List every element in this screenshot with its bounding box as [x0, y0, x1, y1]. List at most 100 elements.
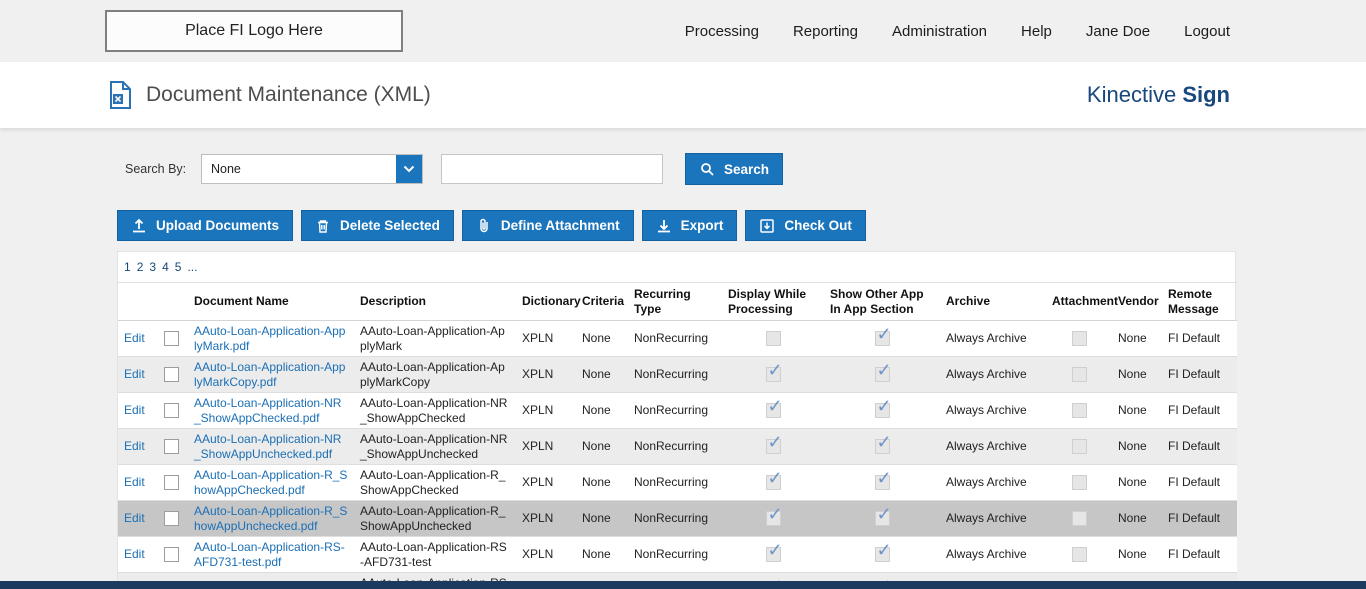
attachment-checkbox[interactable] — [1071, 475, 1087, 491]
document-name-cell: AAuto-Loan-Application-ApplyMark.pdf — [188, 320, 354, 357]
row-select-checkbox[interactable] — [164, 367, 179, 383]
display-while-processing-checkbox[interactable] — [765, 503, 783, 527]
attachment-cell — [1046, 464, 1112, 501]
nav-help[interactable]: Help — [1021, 23, 1052, 40]
show-other-app-checkbox[interactable] — [874, 431, 892, 455]
topbar: Place FI Logo Here Processing Reporting … — [0, 0, 1366, 62]
upload-documents-button[interactable]: Upload Documents — [117, 210, 294, 241]
row-select-checkbox[interactable] — [164, 439, 179, 455]
recurring-type-cell: NonRecurring — [628, 428, 722, 465]
row-select-checkbox[interactable] — [164, 547, 179, 563]
search-button[interactable]: Search — [685, 153, 784, 185]
document-name-link[interactable]: AAuto-Loan-Application-ApplyMarkCopy.pdf — [194, 360, 345, 389]
edit-link[interactable]: Edit — [124, 475, 145, 489]
show-other-app-cell — [824, 464, 940, 501]
col-criteria: Criteria — [576, 282, 628, 321]
show-other-app-checkbox[interactable] — [874, 467, 892, 491]
chevron-down-icon[interactable] — [396, 155, 422, 183]
description-cell: AAuto-Loan-Application-R_ShowAppChecked — [354, 464, 516, 501]
define-attachment-button[interactable]: Define Attachment — [461, 210, 634, 241]
edit-cell: Edit — [118, 320, 158, 357]
row-select-checkbox[interactable] — [164, 511, 179, 527]
document-xml-icon — [108, 81, 132, 109]
button-label: Export — [680, 218, 724, 233]
row-select-checkbox[interactable] — [164, 331, 179, 347]
show-other-app-checkbox[interactable] — [874, 503, 892, 527]
show-other-app-cell — [824, 392, 940, 429]
page-link[interactable]: 4 — [162, 260, 169, 274]
display-while-processing-checkbox[interactable] — [765, 467, 783, 491]
show-other-app-checkbox[interactable] — [874, 539, 892, 563]
toolbar: Upload Documents Delete Selected Define … — [117, 210, 1236, 241]
col-description: Description — [354, 282, 516, 321]
search-by-label: Search By: — [125, 162, 187, 176]
document-name-link[interactable]: AAuto-Loan-Application-R_ShowAppUnchecke… — [194, 504, 347, 533]
attachment-cell — [1046, 536, 1112, 573]
search-input[interactable] — [441, 154, 663, 184]
display-while-processing-checkbox[interactable] — [765, 431, 783, 455]
page-link[interactable]: 5 — [175, 260, 182, 274]
display-while-processing-checkbox[interactable] — [765, 539, 783, 563]
vendor-cell: None — [1112, 392, 1162, 429]
export-button[interactable]: Export — [641, 210, 738, 241]
display-while-processing-cell — [722, 536, 824, 573]
recurring-type-cell: NonRecurring — [628, 464, 722, 501]
edit-link[interactable]: Edit — [124, 367, 145, 381]
row-select-checkbox[interactable] — [164, 403, 179, 419]
pagination: 1 2 3 4 5... — [118, 252, 1235, 282]
recurring-type-cell: NonRecurring — [628, 392, 722, 429]
search-icon — [699, 161, 715, 177]
edit-link[interactable]: Edit — [124, 439, 145, 453]
nav-reporting[interactable]: Reporting — [793, 23, 858, 40]
attachment-checkbox[interactable] — [1071, 331, 1087, 347]
nav-user[interactable]: Jane Doe — [1086, 23, 1150, 40]
row-select-checkbox[interactable] — [164, 475, 179, 491]
vendor-cell: None — [1112, 500, 1162, 537]
documents-table: Document Name Description Dictionary Cri… — [118, 282, 1237, 589]
content-area: Search By: None Search Upload Documents … — [0, 128, 1366, 589]
document-name-cell: AAuto-Loan-Application-NR_ShowAppUncheck… — [188, 428, 354, 465]
display-while-processing-cell — [722, 356, 824, 393]
remote-message-cell: FI Default — [1162, 500, 1237, 537]
show-other-app-checkbox[interactable] — [874, 359, 892, 383]
recurring-type-cell: NonRecurring — [628, 536, 722, 573]
page-link[interactable]: 2 — [137, 260, 144, 274]
nav-logout[interactable]: Logout — [1184, 23, 1230, 40]
col-dictionary: Dictionary — [516, 282, 581, 321]
edit-link[interactable]: Edit — [124, 547, 145, 561]
show-other-app-checkbox[interactable] — [874, 323, 892, 347]
remote-message-cell: FI Default — [1162, 356, 1237, 393]
show-other-app-checkbox[interactable] — [874, 395, 892, 419]
check-out-button[interactable]: Check Out — [745, 210, 866, 241]
page-link[interactable]: 3 — [149, 260, 156, 274]
edit-link[interactable]: Edit — [124, 511, 145, 525]
display-while-processing-checkbox[interactable] — [765, 359, 783, 383]
dictionary-cell: XPLN — [516, 392, 576, 429]
attachment-checkbox[interactable] — [1071, 547, 1087, 563]
delete-selected-button[interactable]: Delete Selected — [301, 210, 454, 241]
attachment-checkbox[interactable] — [1071, 439, 1087, 455]
document-name-link[interactable]: AAuto-Loan-Application-ApplyMark.pdf — [194, 324, 345, 353]
document-name-link[interactable]: AAuto-Loan-Application-R_ShowAppChecked.… — [194, 468, 347, 497]
edit-link[interactable]: Edit — [124, 403, 145, 417]
display-while-processing-checkbox[interactable] — [765, 395, 783, 419]
attachment-cell — [1046, 500, 1112, 537]
nav-administration[interactable]: Administration — [892, 23, 987, 40]
attachment-checkbox[interactable] — [1071, 367, 1087, 383]
document-name-link[interactable]: AAuto-Loan-Application-NR_ShowAppUncheck… — [194, 432, 341, 461]
attachment-checkbox[interactable] — [1071, 403, 1087, 419]
search-by-dropdown[interactable]: None — [201, 154, 423, 184]
display-while-processing-checkbox[interactable] — [765, 331, 781, 347]
document-name-link[interactable]: AAuto-Loan-Application-NR_ShowAppChecked… — [194, 396, 341, 425]
edit-link[interactable]: Edit — [124, 331, 145, 345]
document-name-link[interactable]: AAuto-Loan-Application-RS-AFD731-test.pd… — [194, 540, 345, 569]
attachment-checkbox[interactable] — [1071, 511, 1087, 527]
button-label: Check Out — [784, 218, 852, 233]
upload-icon — [131, 218, 147, 234]
edit-cell: Edit — [118, 392, 158, 429]
table-body: Edit AAuto-Loan-Application-ApplyMark.pd… — [118, 320, 1237, 589]
col-show-other-app: Show Other App In App Section — [824, 282, 940, 321]
page-link[interactable]: 1 — [124, 260, 131, 274]
recurring-type-cell: NonRecurring — [628, 356, 722, 393]
nav-processing[interactable]: Processing — [685, 23, 759, 40]
